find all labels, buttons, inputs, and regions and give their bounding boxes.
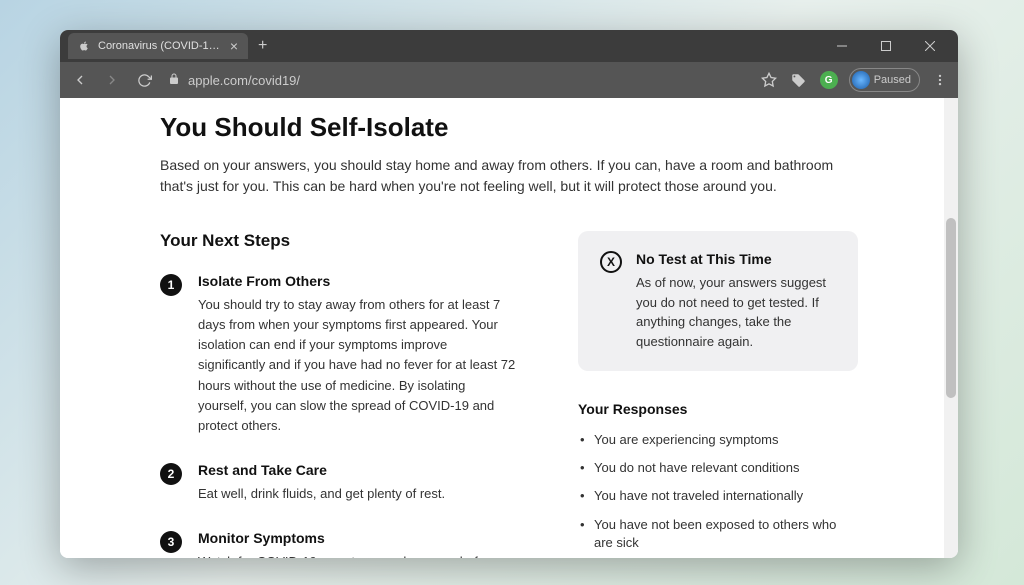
- forward-button[interactable]: [100, 68, 124, 92]
- step-number-badge: 2: [160, 463, 182, 485]
- window-controls: [822, 32, 958, 60]
- browser-tab[interactable]: Coronavirus (COVID-19) - Apple ×: [68, 33, 248, 59]
- x-circle-icon: X: [600, 251, 622, 273]
- step-number-badge: 1: [160, 274, 182, 296]
- step-title: Rest and Take Care: [198, 462, 518, 478]
- responses-list: You are experiencing symptoms You do not…: [578, 431, 858, 558]
- no-test-callout: X No Test at This Time As of now, your a…: [578, 231, 858, 371]
- reload-button[interactable]: [132, 68, 156, 92]
- page-heading: You Should Self-Isolate: [160, 112, 858, 143]
- response-item: You have not traveled internationally: [578, 487, 858, 505]
- step-text: Watch for COVID-19 symptoms such as coug…: [198, 552, 518, 558]
- tab-title: Coronavirus (COVID-19) - Apple: [98, 40, 222, 52]
- left-column: Your Next Steps 1 Isolate From Others Yo…: [160, 231, 518, 558]
- url-text: apple.com/covid19/: [188, 73, 747, 88]
- next-steps-heading: Your Next Steps: [160, 231, 518, 251]
- page-subheading: Based on your answers, you should stay h…: [160, 155, 858, 197]
- callout-title: No Test at This Time: [636, 251, 836, 267]
- scrollbar-track[interactable]: [944, 98, 958, 558]
- window-titlebar: Coronavirus (COVID-19) - Apple × +: [60, 30, 958, 62]
- step-title: Isolate From Others: [198, 273, 518, 289]
- right-column: X No Test at This Time As of now, your a…: [578, 231, 858, 558]
- responses-heading: Your Responses: [578, 401, 858, 417]
- close-window-button[interactable]: [910, 32, 950, 60]
- step-item: 1 Isolate From Others You should try to …: [160, 273, 518, 436]
- profile-chip[interactable]: Paused: [849, 68, 920, 92]
- url-bar[interactable]: apple.com/covid19/: [164, 73, 751, 88]
- profile-label: Paused: [874, 74, 911, 86]
- browser-window: Coronavirus (COVID-19) - Apple × +: [60, 30, 958, 558]
- bookmark-star-icon[interactable]: [759, 70, 779, 90]
- step-item: 3 Monitor Symptoms Watch for COVID-19 sy…: [160, 530, 518, 558]
- close-tab-icon[interactable]: ×: [230, 39, 238, 53]
- menu-icon[interactable]: [930, 70, 950, 90]
- extension-tag-icon[interactable]: [789, 70, 809, 90]
- new-tab-button[interactable]: +: [258, 37, 267, 55]
- scrollbar-thumb[interactable]: [946, 218, 956, 398]
- step-text: Eat well, drink fluids, and get plenty o…: [198, 484, 518, 504]
- maximize-button[interactable]: [866, 32, 906, 60]
- grammarly-extension-icon[interactable]: G: [819, 70, 839, 90]
- tab-strip: Coronavirus (COVID-19) - Apple × +: [60, 30, 267, 62]
- content-viewport[interactable]: You Should Self-Isolate Based on your an…: [60, 98, 958, 558]
- apple-favicon-icon: [78, 39, 90, 53]
- response-item: You do not have relevant conditions: [578, 459, 858, 477]
- profile-avatar-icon: [852, 71, 870, 89]
- step-item: 2 Rest and Take Care Eat well, drink flu…: [160, 462, 518, 504]
- step-text: You should try to stay away from others …: [198, 295, 518, 436]
- callout-text: As of now, your answers suggest you do n…: [636, 273, 836, 351]
- page-content: You Should Self-Isolate Based on your an…: [60, 98, 958, 558]
- content-columns: Your Next Steps 1 Isolate From Others Yo…: [160, 231, 858, 558]
- minimize-button[interactable]: [822, 32, 862, 60]
- response-item: You are experiencing symptoms: [578, 431, 858, 449]
- step-number-badge: 3: [160, 531, 182, 553]
- back-button[interactable]: [68, 68, 92, 92]
- response-item: You have not been exposed to others who …: [578, 516, 858, 552]
- toolbar-right: G Paused: [759, 68, 950, 92]
- browser-toolbar: apple.com/covid19/ G Paused: [60, 62, 958, 98]
- lock-icon: [168, 73, 180, 88]
- step-title: Monitor Symptoms: [198, 530, 518, 546]
